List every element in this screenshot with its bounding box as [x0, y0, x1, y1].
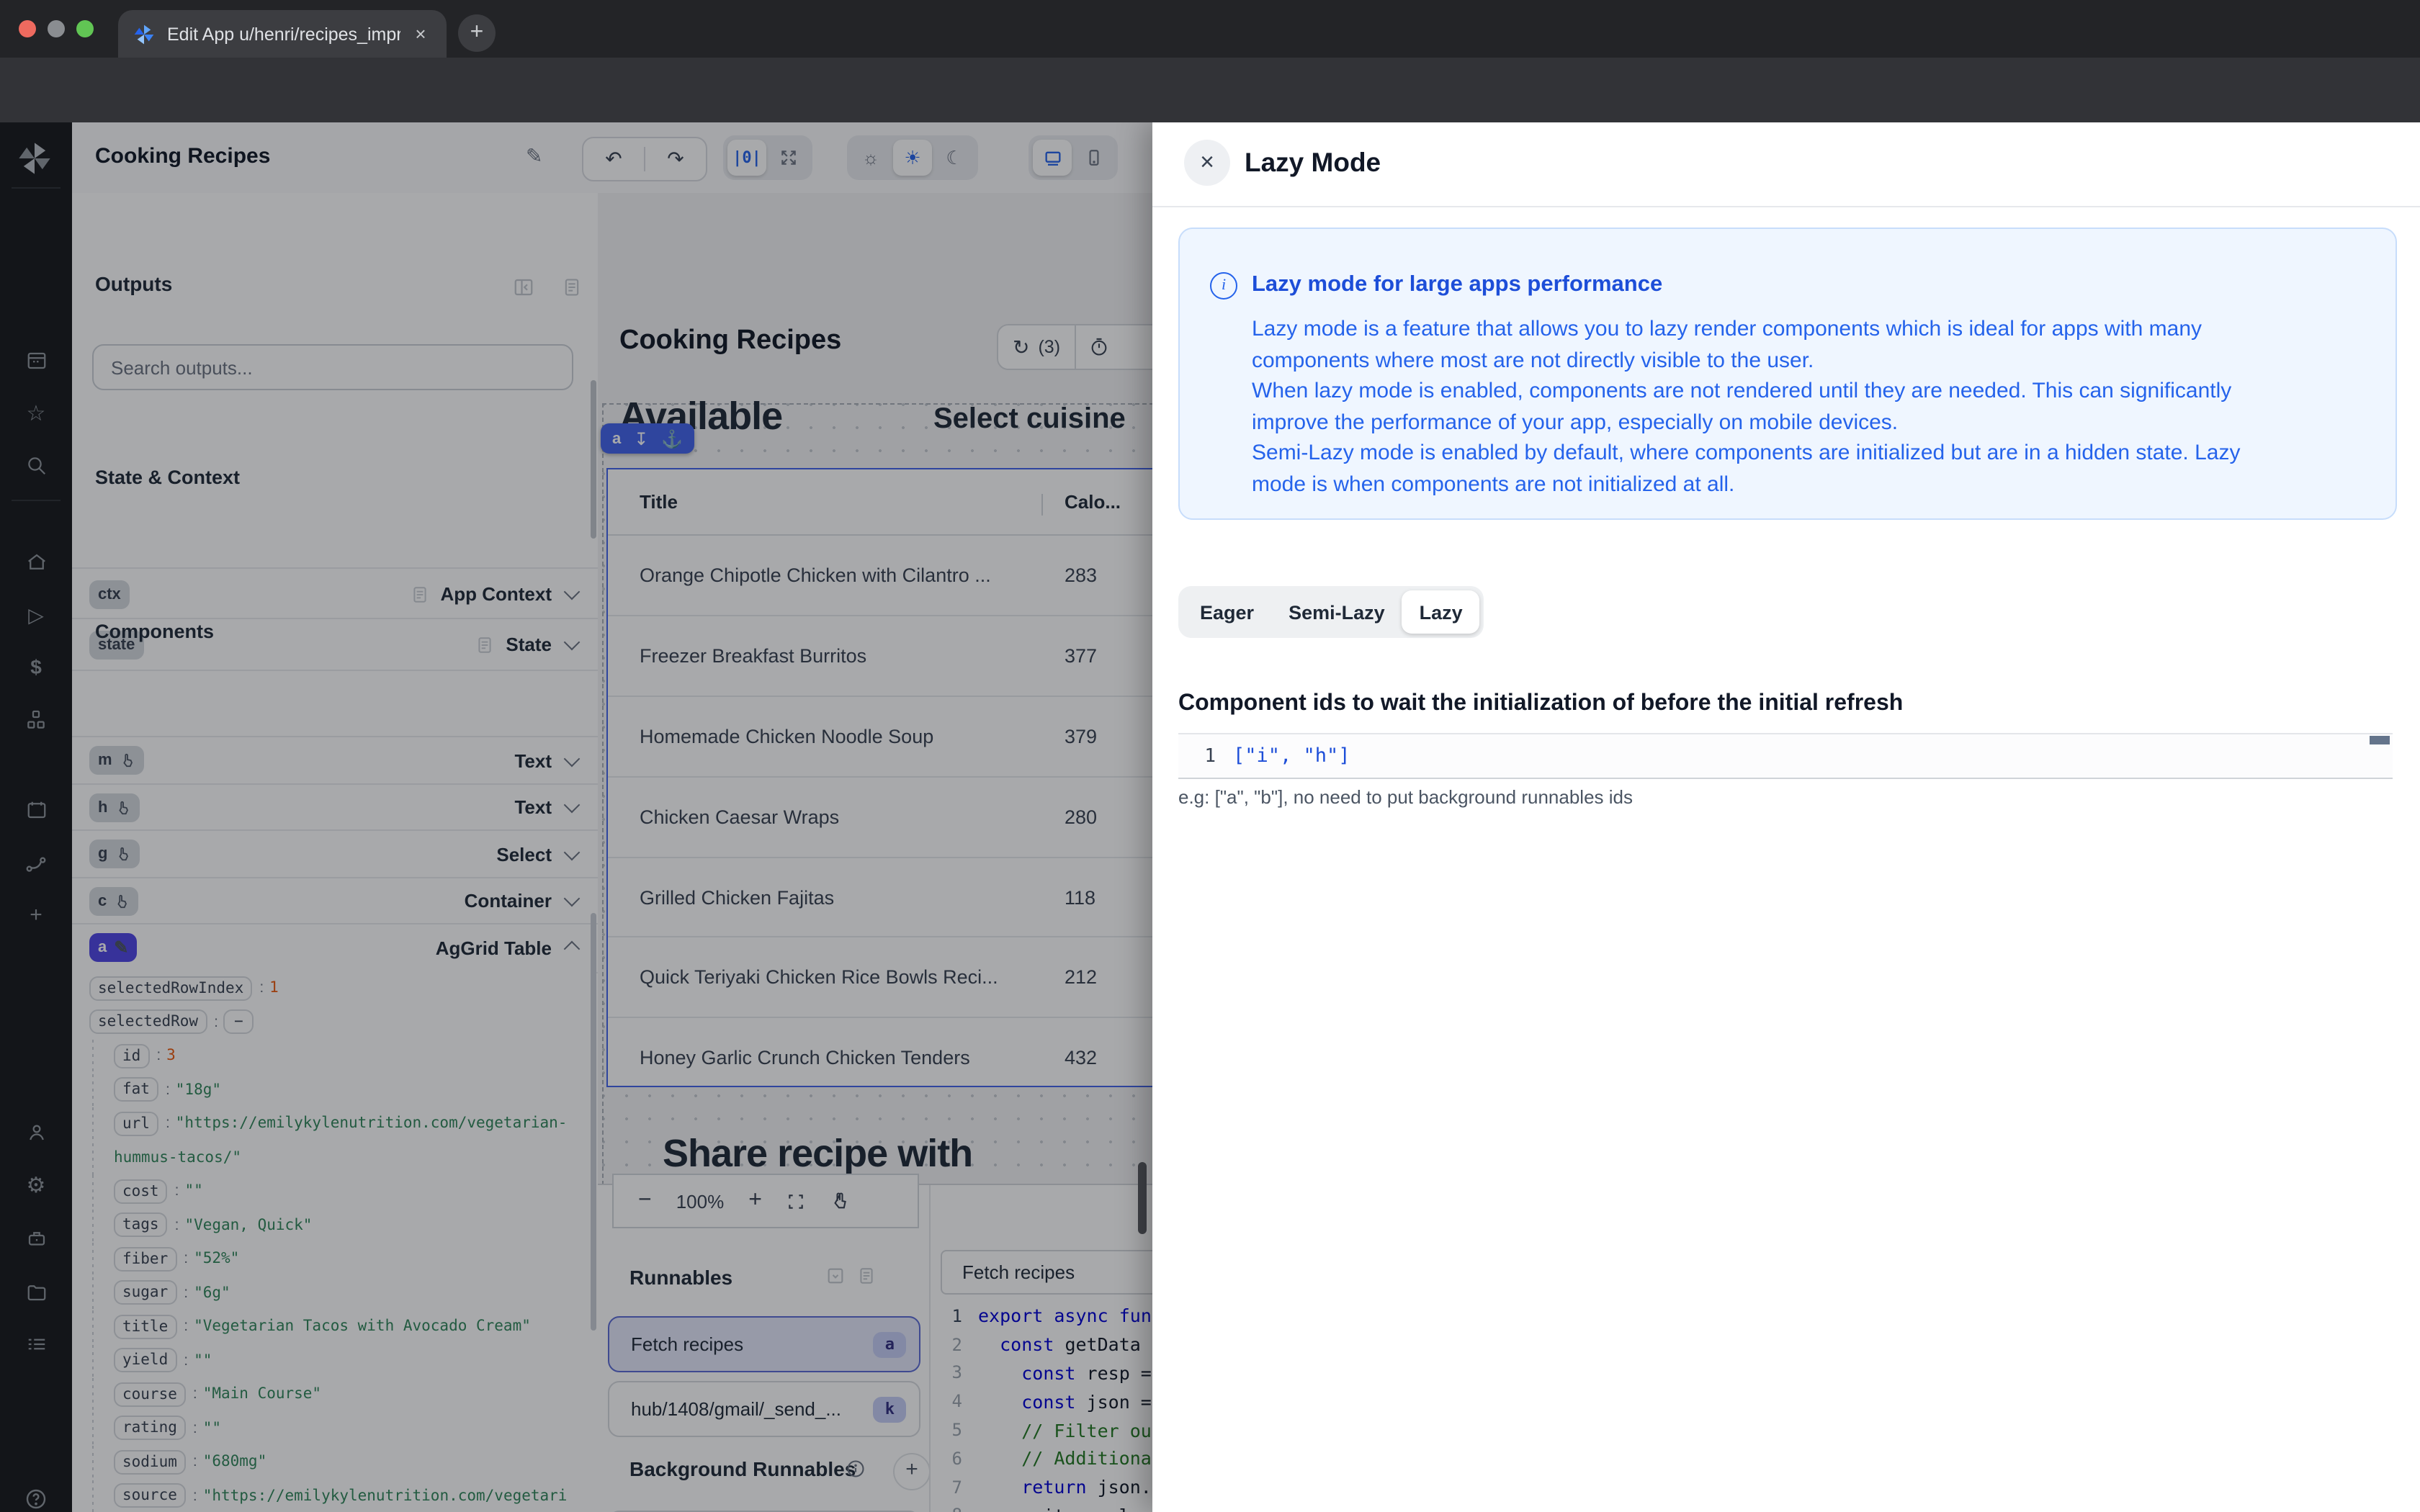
tab-close-icon[interactable]: ×: [409, 23, 432, 45]
browser-tab[interactable]: Edit App u/henri/recipes_improved ×: [118, 10, 447, 58]
window-close-button[interactable]: [19, 20, 36, 37]
info-line: mode is when components are not initiali…: [1252, 472, 1735, 496]
info-line: components where most are not directly v…: [1252, 348, 1814, 372]
info-title: Lazy mode for large apps performance: [1252, 272, 1663, 297]
windmill-favicon: [134, 24, 154, 44]
window-zoom-button[interactable]: [76, 20, 94, 37]
mode-option[interactable]: Semi-Lazy: [1271, 590, 1402, 634]
lazy-mode-info-box: i Lazy mode for large apps performance L…: [1178, 228, 2397, 520]
editor-mini-scrollbar[interactable]: [2370, 736, 2390, 744]
editor-line-number: 1: [1204, 745, 1216, 767]
info-icon: i: [1210, 272, 1237, 300]
windmill-app-editor: ☆ ▷ $ + ⚙ Cooking Recipes ✎ ↶ ↷ |0| ☼ ☀ …: [0, 122, 2420, 1512]
screen: Edit App u/henri/recipes_improved × + ← …: [0, 0, 2420, 1512]
modal-overlay[interactable]: [0, 122, 1152, 1512]
window-minimize-button[interactable]: [48, 20, 65, 37]
tab-title: Edit App u/henri/recipes_improved: [167, 24, 400, 44]
component-ids-value[interactable]: ["i", "h"]: [1233, 744, 1350, 768]
info-line: Semi-Lazy mode is enabled by default, wh…: [1252, 441, 2241, 465]
info-line: Lazy mode is a feature that allows you t…: [1252, 317, 2202, 341]
browser-toolbar: ← → ↻ app.windmill.dev/apps/edit/u/henri…: [0, 58, 2420, 173]
component-ids-hint: e.g: ["a", "b"], no need to put backgrou…: [1178, 786, 1634, 808]
info-line: When lazy mode is enabled, components ar…: [1252, 379, 2232, 403]
divider: [1152, 206, 2420, 207]
component-ids-heading: Component ids to wait the initialization…: [1178, 691, 1904, 716]
info-line: improve the performance of your app, esp…: [1252, 410, 1899, 434]
browser-tab-strip: Edit App u/henri/recipes_improved × +: [0, 0, 2420, 58]
mode-option[interactable]: Lazy: [1402, 590, 1480, 634]
new-tab-button[interactable]: +: [458, 14, 496, 52]
component-ids-editor[interactable]: 1 ["i", "h"]: [1178, 733, 2393, 779]
info-body: Lazy mode is a feature that allows you t…: [1252, 314, 2375, 500]
close-drawer-button[interactable]: ×: [1184, 140, 1230, 186]
mode-option[interactable]: Eager: [1183, 590, 1271, 634]
lazy-mode-toggle: Eager Semi-Lazy Lazy: [1178, 586, 1484, 638]
lazy-mode-drawer: × Lazy Mode i Lazy mode for large apps p…: [1152, 122, 2420, 1512]
drawer-title: Lazy Mode: [1245, 147, 1381, 177]
